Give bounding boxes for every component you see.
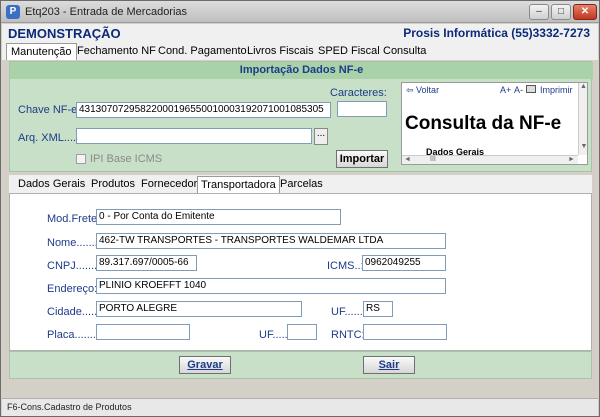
status-bar: F6-Cons.Cadastro de Produtos [2,398,598,416]
browser-vertical-scrollbar[interactable]: ▲ ▼ [578,83,587,155]
scroll-down-arrow-icon[interactable]: ▼ [579,143,587,150]
placa-field[interactable] [96,324,190,340]
icms-label: ICMS..: [327,260,364,272]
window-title: Etq203 - Entrada de Mercadorias [25,6,188,18]
rntc-field[interactable] [363,324,447,340]
uf-field[interactable]: RS [363,301,393,317]
tab-consulta[interactable]: Consulta [379,43,430,60]
main-window: P Etq203 - Entrada de Mercadorias – □ ✕ … [0,0,600,417]
placa-uf-field[interactable] [287,324,317,340]
cidade-label: Cidade......: [47,306,104,318]
mod-frete-label: Mod.Frete: [47,213,101,225]
action-bar [9,351,592,379]
close-button[interactable]: ✕ [573,4,597,20]
ipi-base-icms-checkbox[interactable] [76,154,86,164]
nfe-browser-view[interactable]: ⇦ Voltar A+ A- Imprimir Consulta da NF-e… [401,82,588,165]
sair-button[interactable]: Sair [363,356,415,374]
mod-frete-field[interactable]: 0 - Por Conta do Emitente [96,209,341,225]
chave-nfe-field[interactable]: 4313070729582200019655001000319207100108… [76,102,331,118]
minimize-button[interactable]: – [529,4,549,20]
company-header: DEMONSTRAÇÃO Prosis Informática (55)3332… [2,24,598,42]
tab-cond-pagamento[interactable]: Cond. Pagamento [154,43,251,60]
placa-label: Placa.......: [47,329,99,341]
tab-sped-fiscal[interactable]: SPED Fiscal [314,43,384,60]
importar-button[interactable]: Importar [336,150,388,168]
print-link[interactable]: Imprimir [540,85,573,95]
font-increase-button[interactable]: A+ [500,85,511,95]
ipi-base-icms-label: IPI Base ICMS [90,153,163,165]
tab-dados-gerais[interactable]: Dados Gerais [15,176,88,193]
tab-manutencao[interactable]: Manutenção [6,43,77,60]
cidade-field[interactable]: PORTO ALEGRE [96,301,302,317]
tab-fechamento-nf[interactable]: Fechamento NF [73,43,160,60]
main-tabs: Manutenção Fechamento NF Cond. Pagamento… [2,42,598,60]
endereco-label: Endereço: [47,283,98,295]
icms-field[interactable]: 0962049255 [362,255,446,271]
caracteres-label: Caracteres: [330,87,387,99]
detail-tabs: Dados Gerais Produtos Fornecedor Transpo… [9,175,592,193]
tab-livros-fiscais[interactable]: Livros Fiscais [243,43,318,60]
tab-parcelas[interactable]: Parcelas [277,176,326,193]
browser-toolbar: ⇦ Voltar A+ A- Imprimir [402,83,578,97]
browse-xml-button[interactable]: ... [314,128,328,145]
back-link[interactable]: ⇦ Voltar [406,85,439,96]
maximize-button[interactable]: □ [551,4,571,20]
scroll-right-arrow-icon[interactable]: ► [568,156,575,163]
tab-produtos[interactable]: Produtos [88,176,138,193]
tab-fornecedor[interactable]: Fornecedor [138,176,200,193]
placa-uf-label: UF.....: [259,329,291,341]
caracteres-field[interactable] [337,101,387,117]
chave-nfe-label: Chave NF-e: [18,104,81,116]
scroll-thumb[interactable]: III [430,156,436,163]
nome-field[interactable]: 462-TW TRANSPORTES - TRANSPORTES WALDEMA… [96,233,446,249]
endereco-field[interactable]: PLINIO KROEFFT 1040 [96,278,446,294]
cnpj-field[interactable]: 89.317.697/0005-66 [96,255,197,271]
rntc-label: RNTC: [331,329,365,341]
font-decrease-button[interactable]: A- [514,85,523,95]
scroll-left-arrow-icon[interactable]: ◄ [404,156,411,163]
browser-page-title: Consulta da NF-e [405,113,562,134]
import-panel-title: Importação Dados NF-e [10,62,593,79]
arq-xml-field[interactable] [76,128,312,144]
browser-horizontal-scrollbar[interactable]: ◄ III ► [402,155,578,164]
back-label: Voltar [416,85,440,95]
mode-label: DEMONSTRAÇÃO [8,26,121,41]
app-icon: P [6,5,20,19]
gravar-button[interactable]: Gravar [179,356,231,374]
title-bar[interactable]: P Etq203 - Entrada de Mercadorias – □ ✕ [1,1,599,23]
scroll-up-arrow-icon[interactable]: ▲ [579,83,587,90]
company-contact: Prosis Informática (55)3332-7273 [403,26,590,40]
tab-transportadora[interactable]: Transportadora [197,176,280,193]
printer-icon[interactable] [526,85,536,93]
